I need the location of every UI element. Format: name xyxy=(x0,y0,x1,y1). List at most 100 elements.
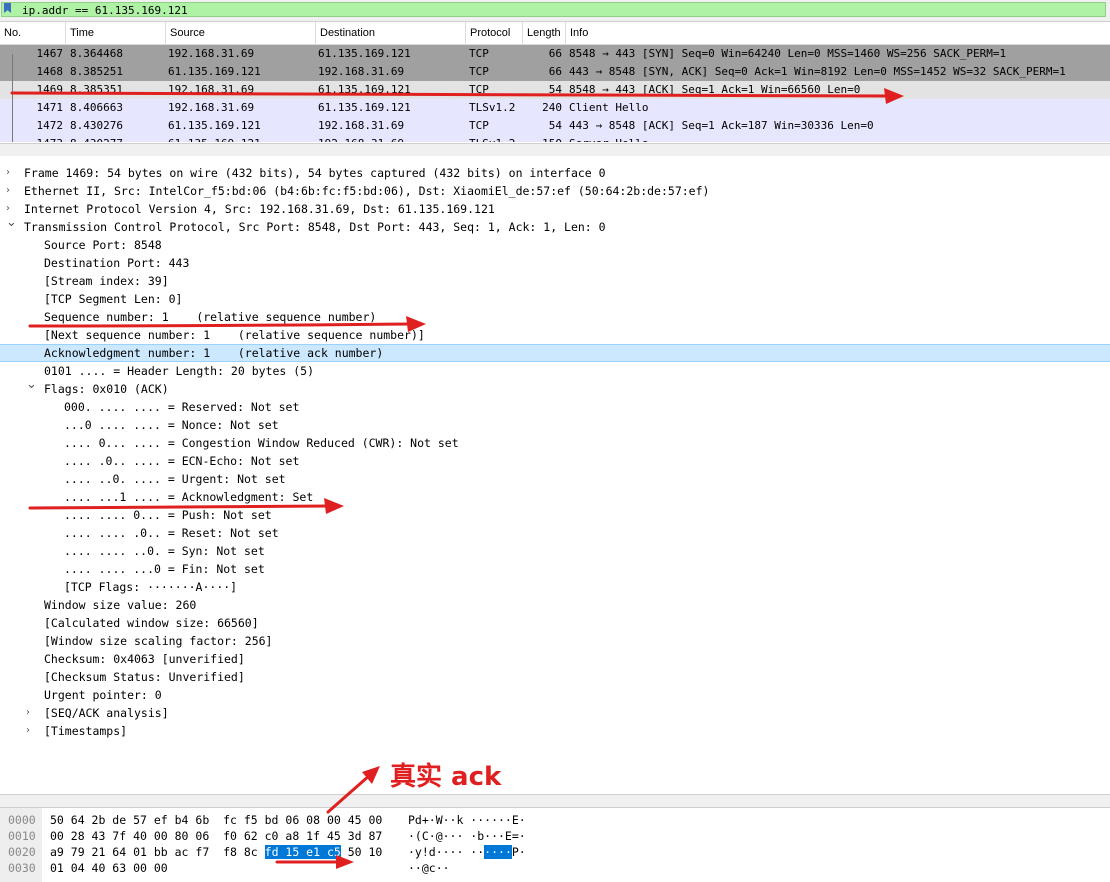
packet-no: 1468 xyxy=(36,65,64,78)
hex-ascii: Pd+·W··k ······E· xyxy=(408,812,526,828)
detail-item-text: Frame 1469: 54 bytes on wire (432 bits),… xyxy=(24,166,606,180)
packet-destination: 61.135.169.121 xyxy=(318,83,411,96)
detail-tree-item[interactable]: › Ethernet II, Src: IntelCor_f5:bd:06 (b4… xyxy=(0,182,1110,200)
detail-tree-item[interactable]: 000. .... .... = Reserved: Not set xyxy=(0,398,1110,416)
detail-tree-item[interactable]: [Stream index: 39] xyxy=(0,272,1110,290)
detail-tree-item[interactable]: ⌄ Flags: 0x010 (ACK) xyxy=(0,378,1110,398)
packet-details-pane: › Frame 1469: 54 bytes on wire (432 bits)… xyxy=(0,156,1110,806)
packet-destination: 192.168.31.69 xyxy=(318,135,404,142)
hex-bytes: 00 28 43 7f 40 00 80 06 f0 62 c0 a8 1f 4… xyxy=(50,828,382,844)
packet-destination: 61.135.169.121 xyxy=(318,47,411,60)
detail-tree-item[interactable]: [TCP Segment Len: 0] xyxy=(0,290,1110,308)
column-header-destination[interactable]: Destination xyxy=(316,22,466,44)
detail-tree-item[interactable]: .... .... ...0 = Fin: Not set xyxy=(0,560,1110,578)
detail-item-text: .... ...1 .... = Acknowledgment: Set xyxy=(64,490,314,504)
packet-row[interactable]: 1469 8.385351 192.168.31.69 61.135.169.121 T… xyxy=(0,81,1110,99)
detail-item-text: Checksum: 0x4063 [unverified] xyxy=(44,652,245,666)
detail-tree-item[interactable]: › Frame 1469: 54 bytes on wire (432 bits)… xyxy=(0,164,1110,182)
display-filter-input[interactable]: ip.addr == 61.135.169.121 xyxy=(1,2,1106,17)
packet-protocol: TCP xyxy=(469,83,489,96)
detail-tree-item[interactable]: .... ..0. .... = Urgent: Not set xyxy=(0,470,1110,488)
packet-length: 66 xyxy=(548,47,562,60)
detail-tree-item[interactable]: ⌄ Transmission Control Protocol, Src Port… xyxy=(0,216,1110,236)
packet-length: 54 xyxy=(548,119,562,132)
packet-row[interactable]: 1471 8.406663 192.168.31.69 61.135.169.121 T… xyxy=(0,99,1110,117)
packet-time: 8.385351 xyxy=(70,83,123,96)
detail-tree-item[interactable]: [Checksum Status: Unverified] xyxy=(0,668,1110,686)
detail-item-text: [Checksum Status: Unverified] xyxy=(44,670,245,684)
column-header-source[interactable]: Source xyxy=(166,22,316,44)
packet-protocol: TLSv1.2 xyxy=(469,135,515,142)
detail-item-text: Internet Protocol Version 4, Src: 192.16… xyxy=(24,202,495,216)
detail-tree-item[interactable]: Sequence number: 1 (relative sequence nu… xyxy=(0,308,1110,326)
detail-tree-item[interactable]: .... .... 0... = Push: Not set xyxy=(0,506,1110,524)
packet-row[interactable]: 1473 8.430277 61.135.169.121 192.168.31.69 T… xyxy=(0,135,1110,142)
detail-tree-item[interactable]: .... .0.. .... = ECN-Echo: Not set xyxy=(0,452,1110,470)
packet-source: 61.135.169.121 xyxy=(168,119,261,132)
packet-source: 61.135.169.121 xyxy=(168,65,261,78)
chevron-right-icon[interactable]: › xyxy=(6,186,16,196)
annotation-label: 真实 ack xyxy=(390,762,502,792)
detail-tree-item[interactable]: Acknowledgment number: 1 (relative ack n… xyxy=(0,344,1110,362)
hex-row[interactable]: 0010 00 28 43 7f 40 00 80 06 f0 62 c0 a8 … xyxy=(0,828,1110,844)
pane-splitter-bottom[interactable] xyxy=(0,794,1110,808)
packet-row[interactable]: 1467 8.364468 192.168.31.69 61.135.169.121 T… xyxy=(0,45,1110,63)
packet-info: 443 → 8548 [ACK] Seq=1 Ack=187 Win=30336… xyxy=(569,119,874,132)
detail-tree-item[interactable]: [Window size scaling factor: 256] xyxy=(0,632,1110,650)
column-header-time[interactable]: Time xyxy=(66,22,166,44)
hex-offset: 0010 xyxy=(8,829,36,843)
column-header-length[interactable]: Length xyxy=(523,22,566,44)
column-header-info[interactable]: Info xyxy=(566,22,1110,44)
detail-item-text: Window size value: 260 xyxy=(44,598,197,612)
detail-tree-item[interactable]: Destination Port: 443 xyxy=(0,254,1110,272)
packet-info: 443 → 8548 [SYN, ACK] Seq=0 Ack=1 Win=81… xyxy=(569,65,1066,78)
packet-no: 1469 xyxy=(36,83,64,96)
detail-tree-item[interactable]: .... ...1 .... = Acknowledgment: Set xyxy=(0,488,1110,506)
packet-time: 8.406663 xyxy=(70,101,123,114)
column-header-no[interactable]: No. xyxy=(0,22,66,44)
detail-tree-item[interactable]: › Internet Protocol Version 4, Src: 192.1… xyxy=(0,200,1110,218)
packet-time: 8.430277 xyxy=(70,135,123,142)
hex-row[interactable]: 0000 50 64 2b de 57 ef b4 6b fc f5 bd 06 … xyxy=(0,812,1110,828)
detail-item-text: Flags: 0x010 (ACK) xyxy=(44,382,169,396)
packet-row[interactable]: 1468 8.385251 61.135.169.121 192.168.31.69 T… xyxy=(0,63,1110,81)
packet-list: No. Time Source Destination Protocol Len… xyxy=(0,22,1110,142)
hex-ascii: ·y!d···· ······P· xyxy=(408,844,526,860)
detail-tree-item[interactable]: [Calculated window size: 66560] xyxy=(0,614,1110,632)
hex-offset: 0020 xyxy=(8,845,36,859)
detail-tree-item[interactable]: Checksum: 0x4063 [unverified] xyxy=(0,650,1110,668)
detail-tree-item[interactable]: Source Port: 8548 xyxy=(0,236,1110,254)
chevron-down-icon[interactable]: ⌄ xyxy=(26,378,37,391)
detail-tree-item[interactable]: ...0 .... .... = Nonce: Not set xyxy=(0,416,1110,434)
chevron-down-icon[interactable]: ⌄ xyxy=(6,216,17,229)
chevron-right-icon[interactable]: › xyxy=(26,708,36,718)
hex-row[interactable]: 0030 01 04 40 63 00 00 ··@c·· xyxy=(0,860,1110,876)
detail-tree-item[interactable]: [TCP Flags: ·······A····] xyxy=(0,578,1110,596)
detail-tree-item[interactable]: .... .... .0.. = Reset: Not set xyxy=(0,524,1110,542)
display-filter-toolbar: ip.addr == 61.135.169.121 xyxy=(0,0,1110,22)
packet-time: 8.385251 xyxy=(70,65,123,78)
detail-tree-item[interactable]: .... .... ..0. = Syn: Not set xyxy=(0,542,1110,560)
detail-tree-item[interactable]: Urgent pointer: 0 xyxy=(0,686,1110,704)
hex-bytes-segment: 50 10 xyxy=(340,845,383,859)
packet-time: 8.430276 xyxy=(70,119,123,132)
column-header-protocol[interactable]: Protocol xyxy=(466,22,523,44)
detail-tree-item[interactable]: [Next sequence number: 1 (relative seque… xyxy=(0,326,1110,344)
detail-tree-item[interactable]: 0101 .... = Header Length: 20 bytes (5) xyxy=(0,362,1110,380)
detail-item-text: [Timestamps] xyxy=(44,724,128,738)
detail-tree-item[interactable]: › [Timestamps] xyxy=(0,722,1110,740)
chevron-right-icon[interactable]: › xyxy=(6,168,16,178)
hex-bytes-selected: fd 15 e1 c5 xyxy=(264,845,341,859)
detail-tree-item[interactable]: Window size value: 260 xyxy=(0,596,1110,614)
chevron-right-icon[interactable]: › xyxy=(6,204,16,214)
packet-row[interactable]: 1472 8.430276 61.135.169.121 192.168.31.69 T… xyxy=(0,117,1110,135)
detail-tree-item[interactable]: .... 0... .... = Congestion Window Reduc… xyxy=(0,434,1110,452)
chevron-right-icon[interactable]: › xyxy=(26,726,36,736)
packet-protocol: TLSv1.2 xyxy=(469,101,516,114)
detail-tree-item[interactable]: › [SEQ/ACK analysis] xyxy=(0,704,1110,722)
packet-no: 1472 xyxy=(36,119,64,132)
detail-item-text: .... .... .0.. = Reset: Not set xyxy=(64,526,279,540)
packet-info: 8548 → 443 [ACK] Seq=1 Ack=1 Win=66560 L… xyxy=(569,83,861,96)
hex-row[interactable]: 0020 a9 79 21 64 01 bb ac f7 f8 8c fd 15 … xyxy=(0,844,1110,860)
detail-item-text: [Next sequence number: 1 (relative seque… xyxy=(44,328,425,342)
